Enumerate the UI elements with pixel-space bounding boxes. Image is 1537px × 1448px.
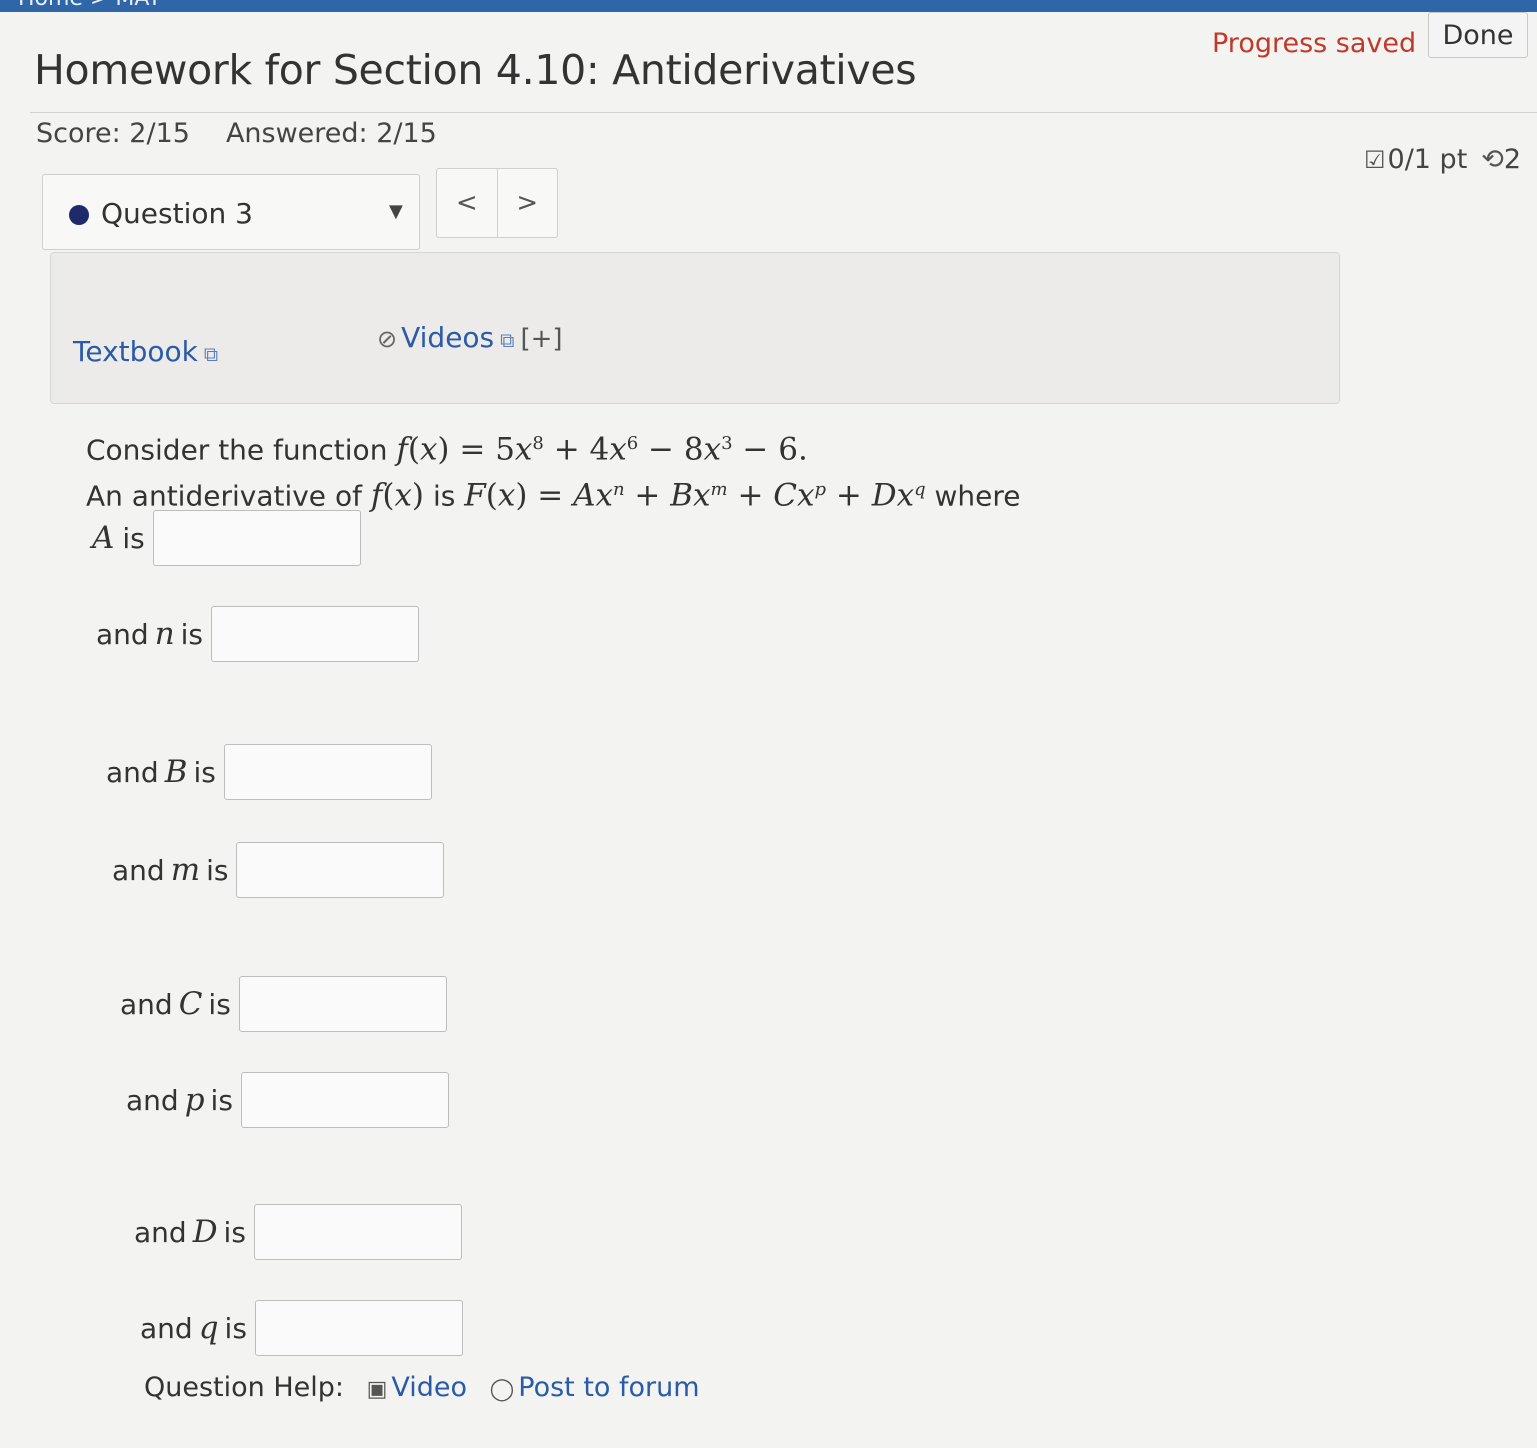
videos-link-label: Videos	[401, 321, 495, 354]
prompt-text: An antiderivative of	[86, 479, 362, 513]
antiderivative-form: F	[464, 477, 486, 514]
prompt-text: is	[432, 479, 456, 513]
answer-input-B[interactable]	[223, 744, 432, 800]
answer-input-A[interactable]	[152, 510, 361, 566]
question-pager: < >	[436, 168, 558, 238]
field-label-is: is	[224, 1311, 247, 1345]
textbook-link-label: Textbook	[73, 335, 198, 368]
paperclip-icon: ⊘	[377, 325, 398, 353]
videos-link[interactable]: ⊘ Videos ⧉ [+]	[377, 321, 563, 354]
field-label-is: is	[210, 1083, 233, 1117]
external-link-icon: ⧉	[500, 328, 515, 352]
answer-input-p[interactable]	[240, 1072, 449, 1128]
question-help: Question Help: ▣ Video ◯ Post to forum	[144, 1372, 700, 1403]
points-display: ☑0/1 pt ⟲2	[1364, 144, 1521, 175]
expand-videos-toggle[interactable]: [+]	[520, 324, 562, 354]
field-row-p: and p is	[126, 1072, 449, 1128]
variable-B: B	[164, 754, 188, 790]
prompt-text: where	[934, 479, 1021, 513]
score-line: Score: 2/15 Answered: 2/15	[36, 118, 437, 149]
header-divider	[30, 112, 1537, 113]
field-label: and	[134, 1215, 187, 1249]
variable-p: p	[184, 1082, 205, 1118]
variable-n: n	[154, 616, 175, 652]
field-label-is: is	[223, 1215, 246, 1249]
help-video-label: Video	[391, 1372, 468, 1403]
caret-down-icon: ▼	[389, 201, 403, 222]
answer-input-C[interactable]	[238, 976, 447, 1032]
field-row-A: A is	[92, 510, 361, 566]
post-to-forum-link[interactable]: ◯ Post to forum	[490, 1372, 700, 1403]
help-video-link[interactable]: ▣ Video	[367, 1372, 467, 1403]
checkbox-edit-icon: ☑	[1364, 146, 1386, 174]
answered-text: Answered: 2/15	[225, 118, 437, 149]
done-button[interactable]: Done	[1428, 12, 1528, 58]
field-label-is: is	[208, 987, 231, 1021]
post-to-forum-label: Post to forum	[518, 1372, 700, 1403]
video-icon: ▣	[366, 1377, 388, 1402]
prev-question-button[interactable]: <	[437, 169, 497, 237]
field-row-q: and q is	[140, 1300, 463, 1356]
field-label: and	[126, 1083, 179, 1117]
top-nav-bar: Home > MAT	[0, 0, 1537, 12]
variable-q: q	[198, 1310, 219, 1346]
textbook-link[interactable]: Textbook ⧉	[73, 335, 218, 368]
prompt-text: Consider the function	[86, 433, 388, 467]
retry-count: 2	[1503, 144, 1522, 175]
field-label-is: is	[180, 617, 204, 651]
next-question-button[interactable]: >	[498, 169, 558, 237]
field-label-is: is	[193, 755, 216, 789]
field-row-n: and n is	[96, 606, 420, 662]
question-help-label: Question Help:	[144, 1372, 344, 1403]
field-label-is: is	[206, 853, 229, 887]
field-row-m: and m is	[112, 842, 445, 898]
variable-A: A	[92, 520, 115, 556]
field-label: is	[122, 521, 145, 555]
external-link-icon: ⧉	[203, 342, 219, 366]
answer-input-D[interactable]	[253, 1204, 462, 1260]
score-text: Score: 2/15	[36, 118, 190, 149]
progress-status: Progress saved	[1212, 28, 1417, 59]
answer-input-m[interactable]	[236, 842, 445, 898]
field-label: and	[106, 755, 159, 789]
retry-icon[interactable]: ⟲	[1481, 144, 1504, 175]
function-definition: f	[396, 431, 408, 468]
variable-m: m	[170, 852, 201, 888]
question-dropdown-label: Question 3	[101, 197, 253, 230]
variable-D: D	[192, 1214, 218, 1250]
breadcrumb[interactable]: Home > MAT	[18, 0, 161, 11]
field-label: and	[120, 987, 173, 1021]
prompt-line-1: Consider the function f(x) = 5x8 + 4x6 −…	[86, 431, 808, 468]
question-prompt: Consider the function f(x) = 5x8 + 4x6 −…	[86, 424, 1021, 517]
field-label: and	[140, 1311, 193, 1345]
field-row-C: and C is	[120, 976, 447, 1032]
field-label: and	[96, 617, 149, 651]
field-label: and	[112, 853, 165, 887]
answer-input-q[interactable]	[254, 1300, 463, 1356]
field-row-B: and B is	[106, 744, 432, 800]
speech-bubble-icon: ◯	[489, 1377, 515, 1402]
points-text: 0/1 pt	[1387, 144, 1468, 175]
page-title: Homework for Section 4.10: Antiderivativ…	[34, 46, 917, 94]
question-status-dot	[69, 205, 89, 225]
field-row-D: and D is	[134, 1204, 462, 1260]
answer-input-n[interactable]	[211, 606, 420, 662]
question-dropdown[interactable]: Question 3 ▼	[42, 174, 420, 250]
variable-C: C	[178, 986, 203, 1022]
help-resources-bar: Textbook ⧉ ⊘ Videos ⧉ [+]	[50, 252, 1340, 404]
